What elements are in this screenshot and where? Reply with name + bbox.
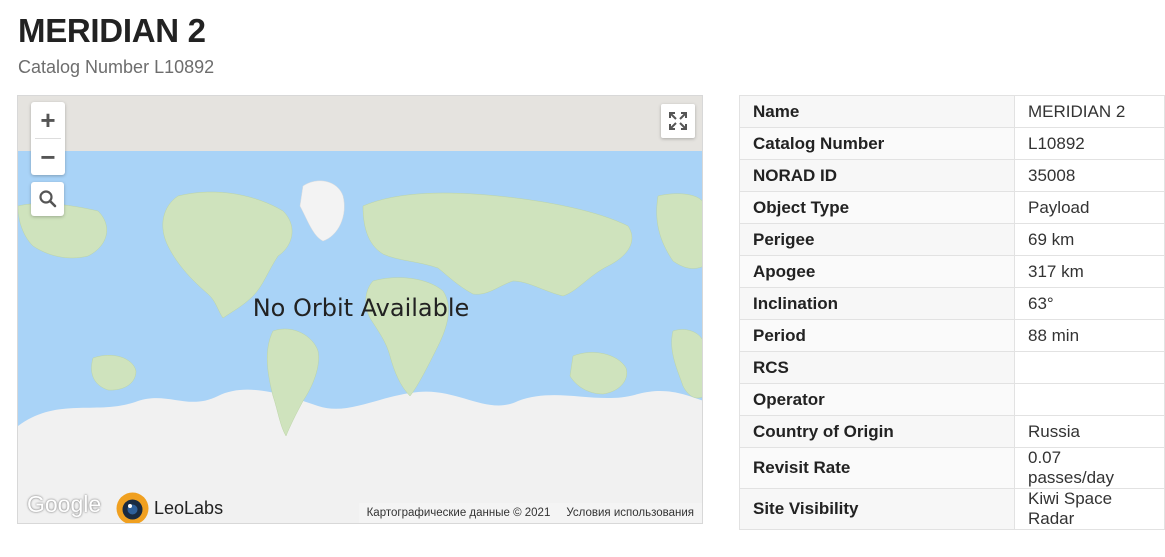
terms-of-use-link[interactable]: Условия использования: [566, 507, 694, 519]
search-icon: [38, 190, 56, 208]
table-row: Perigee 69 km: [739, 223, 1165, 256]
detail-label: Site Visibility: [739, 488, 1015, 530]
google-logo[interactable]: Google: [27, 491, 101, 518]
page-title: MERIDIAN 2: [18, 12, 206, 49]
table-row: Apogee 317 km: [739, 255, 1165, 288]
detail-value: L10892: [1014, 127, 1165, 160]
table-row: NORAD ID 35008: [739, 159, 1165, 192]
table-row: Operator: [739, 383, 1165, 416]
detail-value: Russia: [1014, 415, 1165, 448]
table-row: Object Type Payload: [739, 191, 1165, 224]
table-row: Period 88 min: [739, 319, 1165, 352]
detail-value: [1014, 351, 1165, 384]
table-row: Catalog Number L10892: [739, 127, 1165, 160]
detail-label: Operator: [739, 383, 1015, 416]
detail-label: Apogee: [739, 255, 1015, 288]
fullscreen-button[interactable]: [661, 104, 695, 138]
detail-value: MERIDIAN 2: [1014, 95, 1165, 128]
table-row: Country of Origin Russia: [739, 415, 1165, 448]
fullscreen-icon: [669, 112, 687, 130]
table-row: Revisit Rate 0.07 passes/day: [739, 447, 1165, 489]
table-row: Inclination 63°: [739, 287, 1165, 320]
zoom-controls: + −: [31, 102, 65, 175]
detail-value: [1014, 383, 1165, 416]
orbit-map[interactable]: + − No Orbit Available Google LeoLabs Ка…: [17, 95, 703, 524]
detail-value: 0.07 passes/day: [1014, 447, 1165, 489]
detail-label: Name: [739, 95, 1015, 128]
detail-label: Perigee: [739, 223, 1015, 256]
detail-label: Period: [739, 319, 1015, 352]
leolabs-logo-icon: [116, 492, 149, 523]
detail-value: 63°: [1014, 287, 1165, 320]
table-row: Name MERIDIAN 2: [739, 95, 1165, 128]
no-orbit-message: No Orbit Available: [252, 294, 470, 322]
detail-value: 317 km: [1014, 255, 1165, 288]
table-row: Site Visibility Kiwi Space Radar: [739, 488, 1165, 530]
detail-label: NORAD ID: [739, 159, 1015, 192]
detail-value: 35008: [1014, 159, 1165, 192]
map-data-attribution[interactable]: Картографические данные © 2021: [367, 507, 551, 519]
detail-value: Kiwi Space Radar: [1014, 488, 1165, 530]
detail-value: 69 km: [1014, 223, 1165, 256]
detail-value: 88 min: [1014, 319, 1165, 352]
map-attribution-bar: Картографические данные © 2021 Условия и…: [358, 503, 702, 523]
detail-label: RCS: [739, 351, 1015, 384]
zoom-out-button[interactable]: −: [31, 139, 65, 175]
page-subtitle: Catalog Number L10892: [18, 57, 215, 77]
object-details-table: Name MERIDIAN 2 Catalog Number L10892 NORAD …: [739, 95, 1165, 530]
detail-label: Object Type: [739, 191, 1015, 224]
leolabs-brand: LeoLabs: [154, 498, 224, 518]
detail-label: Inclination: [739, 287, 1015, 320]
detail-label: Catalog Number: [739, 127, 1015, 160]
detail-label: Country of Origin: [739, 415, 1015, 448]
table-row: RCS: [739, 351, 1165, 384]
detail-value: Payload: [1014, 191, 1165, 224]
zoom-in-button[interactable]: +: [31, 102, 65, 138]
map-search-button[interactable]: [31, 182, 64, 216]
detail-label: Revisit Rate: [739, 447, 1015, 489]
